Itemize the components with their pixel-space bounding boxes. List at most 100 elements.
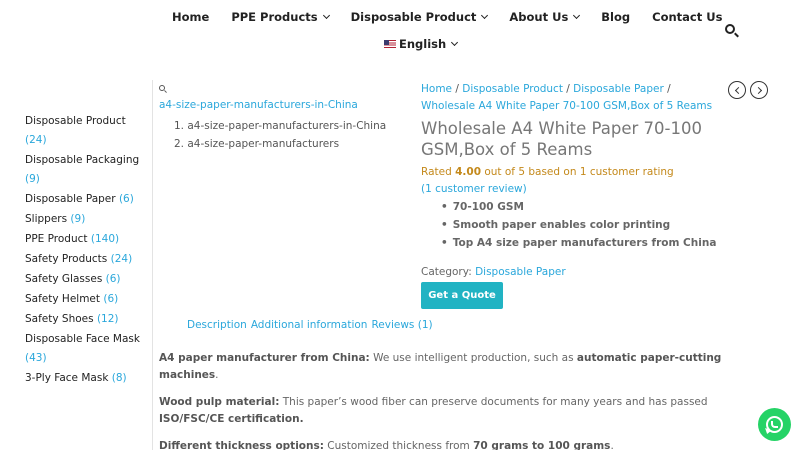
category-label: 3-Ply Face Mask [25,372,109,384]
sidebar-item-slippers[interactable]: Slippers (9) [25,210,145,229]
product-title: Wholesale A4 White Paper 70-100 GSM,Box … [421,119,702,159]
thumbnail-item[interactable]: 1. a4-size-paper-manufacturers-in-China [174,117,414,135]
rating-tail: customer rating [586,166,674,178]
description-label: A4 paper manufacturer from China: [159,352,370,364]
language-label: English [399,37,447,51]
nav-home-label: Home [172,10,210,24]
sidebar-item-disposable-product[interactable]: Disposable Product (24) [25,112,145,150]
breadcrumb-separator: / [562,83,574,95]
nav-about-us-label: About Us [509,10,569,24]
rating-count: 1 [579,166,587,178]
chevron-down-icon [481,11,489,20]
sidebar-item-3-ply-face-mask[interactable]: 3-Ply Face Mask (8) [25,369,145,388]
description-emphasis: 70 grams to 100 grams [473,440,611,450]
breadcrumb-current: Wholesale A4 White Paper 70-100 GSM,Box … [421,100,713,112]
category-count: (24) [25,134,47,146]
category-count: (12) [96,313,119,325]
category-label: Disposable Face Mask [25,333,140,345]
category-count: (6) [105,273,121,285]
description-text: Customized thickness from [323,440,474,450]
language-switcher[interactable]: English [384,37,459,51]
sidebar-item-safety-helmet[interactable]: Safety Helmet (6) [25,290,145,309]
whatsapp-chat-button[interactable] [758,408,791,441]
nav-disposable-product[interactable]: Disposable Product [351,10,489,24]
category-sidebar: Disposable Product (24) Disposable Packa… [25,112,145,389]
chevron-right-icon [754,86,763,95]
breadcrumb-separator: / [663,83,671,95]
category-label: Disposable Product [25,115,126,127]
product-category: Category: Disposable Paper [421,266,721,278]
description-paragraph: Wood pulp material: This paper’s wood fi… [159,394,739,428]
search-button[interactable] [725,24,741,40]
next-product-button[interactable] [750,81,768,99]
chevron-left-icon [734,86,743,95]
breadcrumb-home[interactable]: Home [421,83,452,95]
thumbnail-list: 1. a4-size-paper-manufacturers-in-China … [174,117,414,153]
category-count: (43) [25,352,47,364]
product-gallery: a4-size-paper-manufacturers-in-China 1. … [159,85,414,153]
description-paragraph: A4 paper manufacturer from China: We use… [159,350,739,384]
description-text: . [215,369,219,381]
description-text: We use intelligent production, such as [369,352,577,364]
get-quote-button[interactable]: Get a Quote [421,282,503,309]
nav-contact-us[interactable]: Contact Us [652,10,722,24]
sidebar-item-disposable-face-mask[interactable]: Disposable Face Mask (43) [25,330,145,368]
rating-prefix: Rated [421,166,456,178]
sidebar-item-ppe-product[interactable]: PPE Product (140) [25,230,145,249]
category-count: (8) [111,372,127,384]
search-icon-handle [734,32,739,38]
product-tabs: Description Additional information Revie… [187,319,437,331]
tab-description[interactable]: Description [187,319,247,331]
breadcrumb-separator: / [452,83,463,95]
rating-value: 4.00 [455,166,482,178]
chevron-down-icon [322,11,330,20]
sidebar-item-safety-products[interactable]: Safety Products (24) [25,250,145,269]
category-link[interactable]: Disposable Paper [475,266,566,278]
breadcrumb-disposable-product[interactable]: Disposable Product [462,83,563,95]
category-label: Disposable Packaging [25,154,140,166]
category-count: (9) [25,173,40,185]
category-count: (140) [90,233,120,245]
category-label: Disposable Paper [25,193,116,205]
us-flag-icon [384,40,396,48]
main-menu: Home PPE Products Disposable Product Abo… [172,10,744,24]
sidebar-item-disposable-paper[interactable]: Disposable Paper (6) [25,190,145,209]
nav-ppe-products-label: PPE Products [231,10,318,24]
nav-about-us[interactable]: About Us [509,10,581,24]
description-paragraph: Different thickness options: Customized … [159,438,739,450]
previous-product-button[interactable] [728,81,746,99]
zoom-icon-handle [164,90,167,93]
description-label: Wood pulp material: [159,396,280,408]
nav-home[interactable]: Home [172,10,209,24]
product-rating: Rated 4.00 out of 5 based on 1 customer … [421,166,721,178]
feature-item: 70-100 GSM [441,198,721,216]
category-label: Slippers [25,213,68,225]
zoom-icon[interactable] [159,85,168,94]
thumbnail-label: a4-size-paper-manufacturers [187,138,340,150]
description-label: Different thickness options: [159,440,324,450]
chevron-down-icon [451,38,459,47]
product-image-link[interactable]: a4-size-paper-manufacturers-in-China [159,99,414,111]
category-count: (24) [110,253,133,265]
description-text: . [610,440,614,450]
nav-blog[interactable]: Blog [601,10,630,24]
feature-item: Smooth paper enables color printing [441,216,721,234]
sidebar-item-disposable-packaging[interactable]: Disposable Packaging (9) [25,151,145,189]
tab-reviews[interactable]: Reviews (1) [371,319,432,331]
customer-review-link[interactable]: (1 customer review) [421,183,721,195]
tab-additional-information[interactable]: Additional information [251,319,368,331]
sidebar-item-safety-glasses[interactable]: Safety Glasses (6) [25,270,145,289]
description-emphasis: ISO/FSC/CE certification. [159,413,304,425]
breadcrumb: Home / Disposable Product / Disposable P… [421,81,721,115]
thumbnail-item[interactable]: 2. a4-size-paper-manufacturers [174,135,414,153]
category-label: Safety Glasses [25,273,103,285]
category-label: Safety Helmet [25,293,101,305]
description-text: This paper’s wood fiber can preserve doc… [279,396,708,408]
product-summary: Home / Disposable Product / Disposable P… [421,81,721,309]
nav-contact-us-label: Contact Us [652,10,723,24]
sidebar-item-safety-shoes[interactable]: Safety Shoes (12) [25,310,145,329]
nav-ppe-products[interactable]: PPE Products [231,10,330,24]
category-label: Safety Shoes [25,313,94,325]
category-count: (6) [118,193,134,205]
breadcrumb-disposable-paper[interactable]: Disposable Paper [573,83,664,95]
